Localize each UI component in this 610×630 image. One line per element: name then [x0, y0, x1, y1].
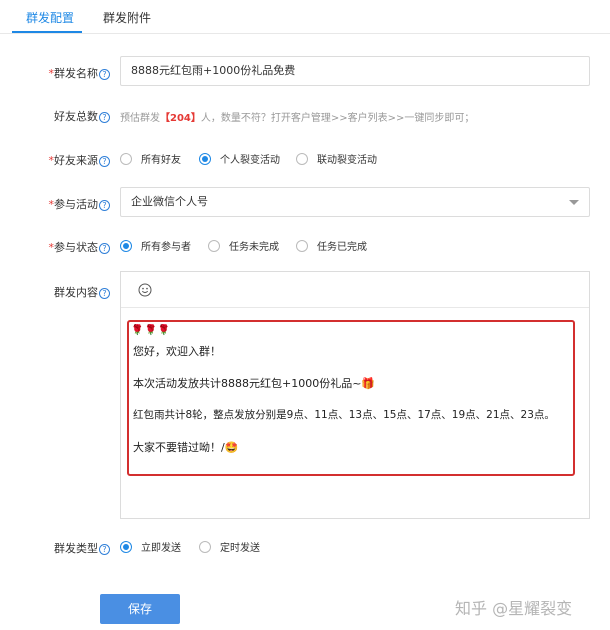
- tab-group-send-attachments[interactable]: 群发附件: [103, 9, 151, 26]
- activity-select[interactable]: 企业微信个人号: [120, 187, 590, 217]
- field-label-friends-total: 好友总数?: [0, 108, 110, 124]
- message-line-greeting: 您好，欢迎入群！: [133, 345, 221, 358]
- name-input[interactable]: 8888元红包雨+1000份礼品免费: [120, 56, 590, 86]
- friends-total-hint: 预估群发【204】人，数量不符？打开客户管理>>客户列表>>一键同步即可；: [120, 113, 475, 124]
- radio-task-incomplete[interactable]: 任务未完成: [208, 238, 279, 253]
- radio-all-friends[interactable]: 所有好友: [120, 151, 181, 166]
- help-icon[interactable]: ?: [99, 288, 110, 299]
- watermark: 知乎 @星耀裂变: [455, 599, 573, 618]
- active-tab-indicator: [12, 31, 82, 33]
- message-line-activity: 本次活动发放共计8888元红包+1000份礼品~🎁: [133, 377, 376, 390]
- help-icon[interactable]: ?: [99, 544, 110, 555]
- field-label-friend-source: *好友来源?: [0, 152, 110, 168]
- save-button[interactable]: 保存: [100, 594, 180, 624]
- help-icon[interactable]: ?: [99, 112, 110, 123]
- help-icon[interactable]: ?: [99, 69, 110, 80]
- radio-circle: [208, 239, 220, 252]
- radio-all-participants[interactable]: 所有参与者: [120, 238, 191, 253]
- field-label-name: *群发名称?: [0, 65, 110, 81]
- radio-task-complete[interactable]: 任务已完成: [296, 238, 367, 253]
- radio-linked-fission[interactable]: 联动裂变活动: [296, 151, 377, 166]
- chevron-down-icon: [569, 200, 579, 205]
- field-label-status: *参与状态?: [0, 239, 110, 255]
- field-label-content: 群发内容?: [0, 284, 110, 300]
- rose-emoji-decoration: 🌹🌹🌹: [131, 325, 172, 336]
- help-icon[interactable]: ?: [99, 200, 110, 211]
- message-line-closing: 大家不要错过呦！/🤩: [133, 441, 239, 454]
- radio-circle-selected: [120, 239, 132, 252]
- friends-count: 【204】: [160, 113, 201, 124]
- tab-bar: 群发配置 群发附件: [0, 0, 610, 34]
- field-label-activity: *参与活动?: [0, 196, 110, 212]
- tab-group-send-config[interactable]: 群发配置: [26, 9, 74, 26]
- radio-send-now[interactable]: 立即发送: [120, 539, 181, 554]
- radio-circle-selected: [199, 152, 211, 165]
- radio-circle: [296, 152, 308, 165]
- radio-circle: [120, 152, 132, 165]
- radio-personal-fission[interactable]: 个人裂变活动: [199, 151, 280, 166]
- smiley-icon[interactable]: [138, 283, 152, 297]
- editor-toolbar: [121, 272, 589, 308]
- radio-circle: [296, 239, 308, 252]
- message-line-schedule: 红包雨共计8轮，整点发放分别是9点、11点、13点、15点、17点、19点、21…: [133, 409, 555, 421]
- radio-circle-selected: [120, 540, 132, 553]
- field-label-send-type: 群发类型?: [0, 540, 110, 556]
- radio-circle: [199, 540, 211, 553]
- help-icon[interactable]: ?: [99, 243, 110, 254]
- radio-scheduled-send[interactable]: 定时发送: [199, 539, 260, 554]
- help-icon[interactable]: ?: [99, 156, 110, 167]
